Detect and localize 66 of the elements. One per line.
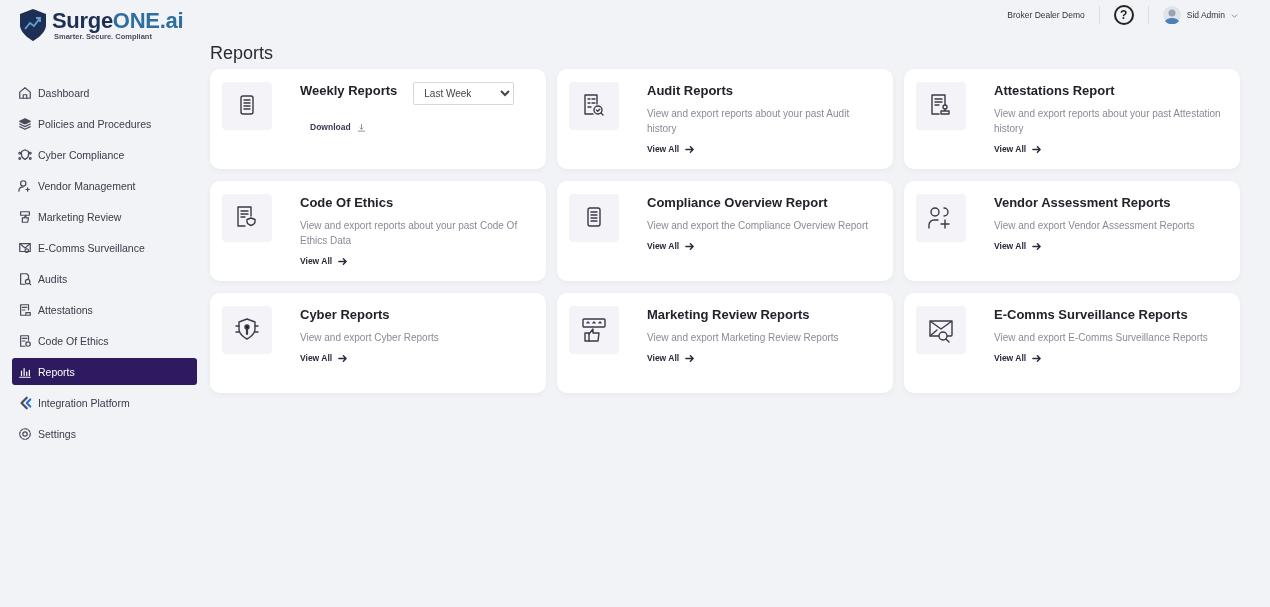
arrow-right-icon [1032,353,1042,363]
period-dropdown[interactable]: Last Week [413,82,515,105]
card-description: View and export reports about your past Attestation history [994,107,1222,136]
sidebar-item[interactable]: Cyber Compliance [12,141,197,168]
view-all-link[interactable]: View All [300,353,348,363]
card-description: View and export Marketing Review Reports [647,331,840,345]
layers-icon [18,116,32,131]
arrow-right-icon [338,353,348,363]
arrow-right-icon [338,256,348,266]
sidebar-item[interactable]: Policies and Procedures [12,110,197,137]
sidebar-item[interactable]: Vendor Management [12,172,197,199]
sidebar-item[interactable]: Attestations [12,296,197,323]
download-link[interactable]: Download [310,122,366,132]
rating-thumbs-up-icon [580,316,608,344]
arrow-right-icon [1032,144,1042,154]
document-shield-icon [18,333,32,348]
view-all-link[interactable]: View All [647,144,695,154]
view-all-link[interactable]: View All [994,353,1042,363]
view-all-link[interactable]: View All [647,241,695,251]
envelope-search-icon [18,240,32,255]
page-title: Reports [210,43,275,64]
user-add-icon [18,178,32,193]
sidebar-item[interactable]: Reports [12,358,197,385]
download-icon [356,122,366,132]
card-title: E-Comms Surveillance Reports [994,307,1189,322]
card-description: View and export the Compliance Overview Report [647,219,870,233]
card-title: Vendor Assessment Reports [994,195,1172,210]
card-title: Compliance Overview Report [647,195,829,210]
brand-name: SurgeONE.ai [52,9,184,32]
shield-logo-icon [18,8,48,42]
user-menu[interactable]: Sid Admin [1162,6,1238,24]
card-description: View and export Vendor Assessment Reports [994,219,1196,233]
arrow-right-icon [685,353,695,363]
card-title: Audit Reports [647,83,734,98]
view-all-link[interactable]: View All [994,241,1042,251]
help-button[interactable]: ? [1113,5,1134,25]
sidebar-item[interactable]: Code Of Ethics [12,327,197,354]
card-title: Marketing Review Reports [647,307,811,322]
shield-network-icon [18,147,32,162]
caret-icon [1231,11,1238,19]
card-description: View and export reports about your past Audit history [647,107,851,136]
view-all-link[interactable]: View All [647,353,695,363]
view-all-link[interactable]: View All [994,144,1042,154]
arrow-right-icon [1032,241,1042,251]
sidebar-item[interactable]: E-Comms Surveillance [12,234,197,261]
home-icon [18,85,32,100]
card-description: View and export reports about your past Code Of Ethics Data [300,219,519,248]
card-description: View and export Cyber Reports [300,331,440,345]
arrow-right-icon [685,241,695,251]
sidebar-item[interactable]: Integration Platform [12,389,197,416]
view-all-link[interactable]: View All [300,256,348,266]
document-stamp-icon [18,302,32,317]
card-title: Attestations Report [994,83,1116,98]
card-title: Weekly Reports [300,83,398,98]
avatar-icon [1162,6,1181,24]
card-title: Cyber Reports [300,307,391,322]
sidebar-item[interactable]: Dashboard [12,79,197,106]
sidebar-item[interactable]: Settings [12,420,197,447]
arrow-right-icon [685,144,695,154]
organization-name: Broker Dealer Demo [1007,10,1085,20]
chevron-mark-icon [18,395,32,410]
sidebar-item[interactable]: Audits [12,265,197,292]
sidebar-item[interactable]: Marketing Review [12,203,197,230]
card-description: View and export E-Comms Surveillance Reports [994,331,1209,345]
document-search-icon [18,271,32,286]
card-title: Code Of Ethics [300,195,395,210]
